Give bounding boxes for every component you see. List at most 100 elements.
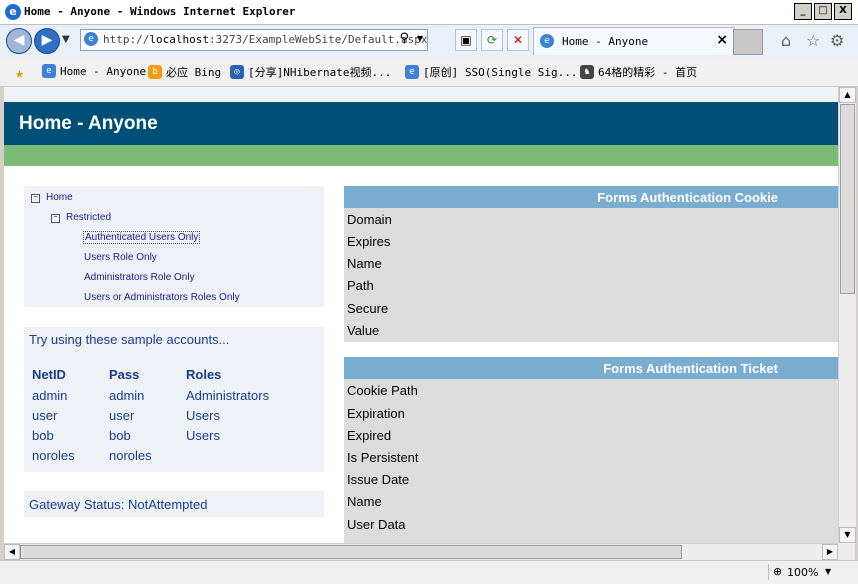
status-bar: ⊕ 100% ▼ [0, 560, 858, 584]
address-url[interactable]: http://localhost:3273/ExampleWebSite/Def… [103, 33, 428, 46]
collapse-icon[interactable]: − [31, 194, 40, 203]
favorites-bar: ★ e Home - Anyone b 必应 Bing ◎ [分享]NHibernat… [0, 58, 858, 87]
account-pass: admin [109, 388, 145, 403]
vertical-scrollbar[interactable]: ▲ ▼ [838, 87, 856, 543]
new-tab-button[interactable] [733, 29, 763, 55]
account-netid: admin [32, 388, 68, 403]
cookie-field: Secure [347, 301, 389, 316]
ticket-field: Expiration [347, 406, 405, 421]
gateway-status-panel: Gateway Status: NotAttempted [24, 491, 324, 517]
ie-page-icon: e [405, 65, 419, 79]
address-bar[interactable]: e http://localhost:3273/ExampleWebSite/D… [80, 29, 428, 51]
tree-node-administrators-role[interactable]: Administrators Role Only [84, 272, 195, 283]
tree-node-users-or-administrators[interactable]: Users or Administrators Roles Only [84, 292, 240, 303]
account-pass: noroles [109, 448, 152, 463]
window-controls: _ □ X [794, 3, 852, 20]
account-netid: noroles [32, 448, 75, 463]
ie-page-icon: e [42, 64, 56, 78]
scroll-down-arrow-icon[interactable]: ▼ [839, 527, 856, 543]
column-header-pass: Pass [109, 367, 140, 382]
cookie-table-header: Forms Authentication Cookie [344, 186, 838, 208]
favorite-item-64ge[interactable]: ♞ 64格的精彩 - 首页 [580, 64, 697, 80]
scroll-up-arrow-icon[interactable]: ▲ [839, 87, 856, 103]
cookie-table-title: Forms Authentication Cookie [597, 190, 778, 205]
account-pass: bob [109, 428, 131, 443]
tree-node-users-role[interactable]: Users Role Only [84, 252, 157, 263]
forward-button[interactable]: ▶ [34, 28, 60, 54]
tree-node-authenticated-users[interactable]: Authenticated Users Only [83, 231, 201, 244]
ticket-field: Is Persistent [347, 450, 419, 465]
account-roles: Administrators [186, 388, 270, 403]
page-title: Home - Anyone [19, 113, 158, 134]
account-roles: Users [186, 408, 220, 423]
account-netid: bob [32, 428, 54, 443]
sample-accounts-panel: Try using these sample accounts... NetID… [24, 327, 324, 472]
ticket-table-title: Forms Authentication Ticket [603, 361, 778, 376]
window-title: Home - Anyone - Windows Internet Explore… [24, 5, 296, 18]
page-icon: e [84, 32, 98, 46]
ticket-field: Expired [347, 428, 392, 443]
stop-button[interactable]: ✕ [507, 29, 529, 51]
back-button[interactable]: ◀ [6, 28, 32, 54]
forms-auth-cookie-table: Forms Authentication Cookie Domain Expir… [344, 186, 838, 342]
cookie-field: Path [347, 278, 374, 293]
column-header-netid: NetID [32, 367, 66, 382]
tab-page-icon: e [540, 34, 554, 48]
gear-icon[interactable]: ⚙ [830, 31, 844, 50]
ticket-field: Cookie Path [347, 383, 418, 398]
bing-icon: b [148, 65, 162, 79]
account-pass: user [109, 408, 135, 423]
horizontal-scrollbar[interactable]: ◀ ▶ [4, 543, 838, 560]
column-header-roles: Roles [186, 367, 222, 382]
home-icon[interactable]: ⌂ [781, 31, 791, 50]
cookie-field: Domain [347, 212, 392, 227]
tab-close-button[interactable]: × [716, 32, 728, 48]
top-stripe [4, 87, 838, 102]
tab-label: Home - Anyone [562, 35, 649, 48]
maximize-button[interactable]: □ [814, 3, 832, 20]
refresh-button[interactable]: ⟳ [481, 29, 503, 51]
page-viewport[interactable]: Home - Anyone − Home − Restricted Authenti… [4, 87, 838, 543]
collapse-icon[interactable]: − [51, 214, 60, 223]
favorites-star-icon[interactable]: ☆ [806, 31, 820, 50]
ticket-field: User Data [347, 517, 406, 532]
zoom-control[interactable]: ⊕ 100% ▼ [768, 564, 839, 580]
chess-icon: ♞ [580, 65, 594, 79]
search-icon[interactable]: ⚲ [399, 31, 409, 46]
close-window-button[interactable]: X [834, 3, 852, 20]
favorite-item-home[interactable]: e Home - Anyone [42, 64, 146, 78]
sample-accounts-intro: Try using these sample accounts... [29, 332, 230, 347]
zoom-level: 100% [787, 566, 819, 579]
minimize-button[interactable]: _ [794, 3, 812, 20]
title-bar: e Home - Anyone - Windows Internet Explo… [0, 0, 858, 25]
scroll-right-arrow-icon[interactable]: ▶ [822, 544, 838, 560]
vertical-scroll-thumb[interactable] [840, 104, 855, 294]
cookie-field: Name [347, 256, 382, 271]
page-header: Home - Anyone [4, 102, 838, 145]
zoom-dropdown-icon[interactable]: ▼ [825, 567, 831, 576]
favorite-item-sso[interactable]: e [原创] SSO(Single Sig... [405, 64, 577, 80]
gateway-status: Gateway Status: NotAttempted [29, 497, 208, 512]
ticket-field: Issue Date [347, 472, 410, 487]
cookie-field: Value [347, 323, 380, 338]
tab-home-anyone[interactable]: e Home - Anyone × [533, 27, 735, 55]
history-dropdown-icon[interactable]: ▼ [62, 34, 70, 45]
ie-logo-icon: e [5, 4, 21, 20]
navigation-bar: ◀ ▶ ▼ e http://localhost:3273/ExampleWeb… [0, 25, 858, 58]
compatibility-view-button[interactable]: ▣ [455, 29, 477, 51]
scroll-left-arrow-icon[interactable]: ◀ [4, 544, 20, 560]
tree-node-home[interactable]: − Home [31, 192, 73, 203]
horizontal-scroll-thumb[interactable] [20, 545, 682, 559]
ticket-field: Name [347, 494, 382, 509]
ticket-table-header: Forms Authentication Ticket [344, 357, 838, 379]
address-dropdown-icon[interactable]: ▼ [417, 34, 423, 43]
account-netid: user [32, 408, 58, 423]
tree-node-restricted[interactable]: − Restricted [51, 212, 111, 223]
favorite-item-nhibernate[interactable]: ◎ [分享]NHibernate视频... [230, 64, 391, 80]
header-accent-bar [4, 145, 838, 166]
cnblogs-icon: ◎ [230, 65, 244, 79]
zoom-icon: ⊕ [773, 565, 783, 578]
add-favorite-star-icon[interactable]: ★ [15, 64, 24, 82]
site-tree: − Home − Restricted Authenticated Users On… [24, 186, 324, 307]
favorite-item-bing[interactable]: b 必应 Bing [148, 64, 221, 80]
